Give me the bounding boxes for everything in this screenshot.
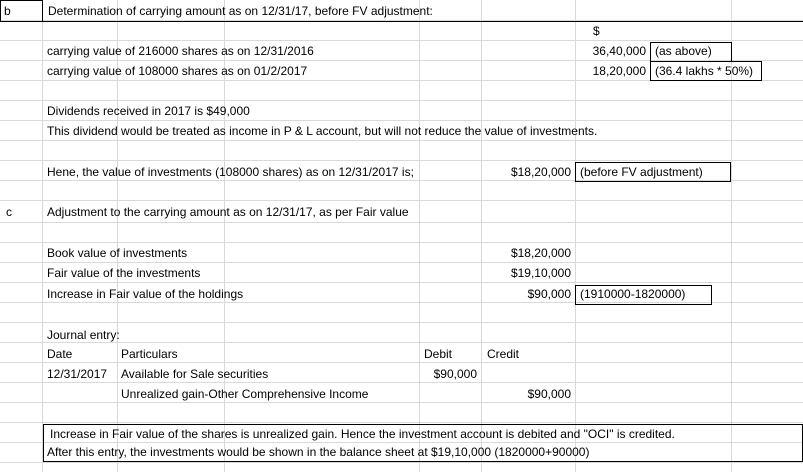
heading-b-left-border xyxy=(42,0,43,22)
journal-header-particulars: Particulars xyxy=(121,347,178,361)
conclusion-line-2: After this entry, the investments would … xyxy=(47,445,590,459)
increase-note: (1910000-1820000) xyxy=(580,287,686,301)
carrying-value-note-1: (as above) xyxy=(655,44,712,58)
carrying-value-label-1: carrying value of 216000 shares as on 12… xyxy=(47,44,314,58)
carrying-value-note-2: (36.4 lakhs * 50%) xyxy=(655,64,754,78)
journal-entry-2-particulars: Unrealized gain-Other Comprehensive Inco… xyxy=(121,387,369,401)
journal-entry-1-debit: $90,000 xyxy=(433,367,477,381)
currency-header: $ xyxy=(593,24,600,38)
journal-header-debit: Debit xyxy=(424,347,453,361)
fair-value-amount: $19,10,000 xyxy=(510,266,571,280)
heading-b-underline xyxy=(43,21,803,22)
increase-label: Increase in Fair value of the holdings xyxy=(47,287,244,301)
summary-note: (before FV adjustment) xyxy=(580,165,703,179)
book-value-label: Book value of investments xyxy=(47,246,188,260)
increase-amount: $90,000 xyxy=(527,287,571,301)
journal-entry-2-credit: $90,000 xyxy=(527,387,571,401)
section-b-letter: b xyxy=(4,4,11,18)
spreadsheet[interactable]: b Determination of carrying amount as on… xyxy=(0,0,803,472)
carrying-value-label-2: carrying value of 108000 shares as on 01… xyxy=(47,64,308,78)
journal-entry-1-date: 12/31/2017 xyxy=(47,367,108,381)
summary-label: Hene, the value of investments (108000 s… xyxy=(47,165,414,179)
summary-amount: $18,20,000 xyxy=(510,165,571,179)
dividend-note: This dividend would be treated as income… xyxy=(47,124,598,138)
carrying-value-amount-1: 36,40,000 xyxy=(592,44,646,58)
fair-value-label: Fair value of the investments xyxy=(47,266,201,280)
carrying-value-amount-2: 18,20,000 xyxy=(592,64,646,78)
journal-entry-1-particulars: Available for Sale securities xyxy=(121,367,269,381)
conclusion-line-1: Increase in Fair value of the shares is … xyxy=(50,427,675,441)
section-b-heading: Determination of carrying amount as on 1… xyxy=(48,4,433,18)
book-value-amount: $18,20,000 xyxy=(510,246,571,260)
section-c-letter: c xyxy=(6,205,12,219)
journal-title: Journal entry: xyxy=(47,328,120,342)
section-c-heading: Adjustment to the carrying amount as on … xyxy=(47,205,409,219)
journal-header-credit: Credit xyxy=(487,347,520,361)
journal-header-date: Date xyxy=(47,347,73,361)
dividends-line: Dividends received in 2017 is $49,000 xyxy=(47,104,250,118)
